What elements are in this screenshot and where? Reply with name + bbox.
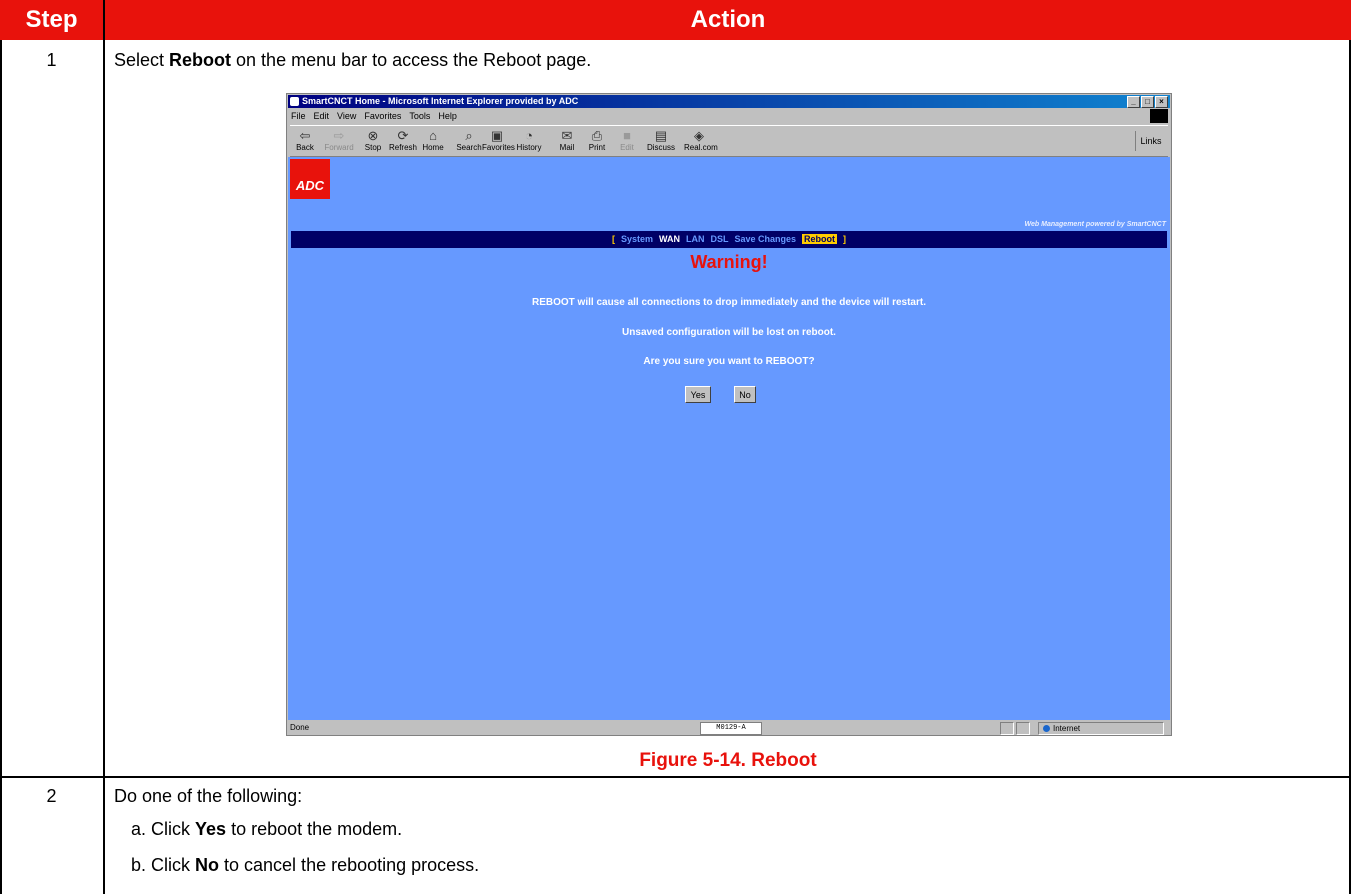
- toolbar-label: Mail: [559, 143, 575, 152]
- toolbar-back-button[interactable]: ⇦ Back: [290, 128, 320, 152]
- stop-icon: ⊗: [367, 128, 379, 143]
- toolbar-history-button[interactable]: ◔ History: [514, 128, 544, 152]
- status-zone: Internet: [1038, 722, 1164, 735]
- back-arrow-icon: ⇦: [299, 128, 311, 143]
- forward-arrow-icon: ⇨: [333, 128, 345, 143]
- nav-menu-bar: [ System WAN LAN DSL Save Changes Reboot]: [291, 231, 1167, 248]
- links-button[interactable]: Links: [1135, 131, 1166, 151]
- close-icon[interactable]: ×: [1155, 96, 1168, 108]
- nav-item-wan[interactable]: WAN: [659, 234, 680, 244]
- toolbar-label: Real.com: [684, 143, 718, 152]
- mail-icon: ✉: [561, 128, 573, 143]
- nav-item-save-changes[interactable]: Save Changes: [735, 234, 797, 244]
- edit-icon: ■: [623, 128, 631, 143]
- toolbar-stop-button[interactable]: ⊗ Stop: [358, 128, 388, 152]
- yes-button[interactable]: Yes: [685, 386, 711, 403]
- realcom-icon: ◈: [694, 128, 704, 143]
- step-2-option-b: b. Click No to cancel the rebooting proc…: [131, 855, 480, 875]
- toolbar-home-button[interactable]: ⌂ Home: [418, 128, 448, 152]
- step-number-1: 1: [46, 50, 57, 70]
- menu-item-file[interactable]: File: [291, 111, 306, 121]
- toolbar-favorites-button[interactable]: ▣ Favorites: [482, 128, 515, 152]
- toolbar-print-button[interactable]: ⎙ Print: [582, 128, 612, 152]
- nav-item-reboot[interactable]: Reboot: [802, 234, 838, 244]
- toolbar-refresh-button[interactable]: ⟳ Refresh: [388, 128, 418, 152]
- menu-item-edit[interactable]: Edit: [314, 111, 330, 121]
- reboot-warning-message: REBOOT will cause all connections to dro…: [532, 297, 926, 308]
- procedure-table: Step Action 1 Select Reboot on the menu …: [0, 0, 1351, 894]
- history-icon: ◔: [525, 128, 533, 143]
- menu-item-favorites[interactable]: Favorites: [364, 111, 401, 121]
- page-content: ADC Web Management powered by SmartCNCT …: [288, 157, 1170, 720]
- toolbar-label: Favorites: [482, 143, 515, 152]
- toolbar-label: Print: [588, 143, 606, 152]
- window-title: SmartCNCT Home - Microsoft Internet Expl…: [302, 96, 579, 106]
- step-2-instruction: Do one of the following:: [114, 786, 303, 806]
- status-segment: [1016, 722, 1030, 735]
- menu-item-tools[interactable]: Tools: [409, 111, 430, 121]
- no-button[interactable]: No: [734, 386, 756, 403]
- step-2-option-a: a. Click Yes to reboot the modem.: [131, 819, 403, 839]
- toolbar-label: Home: [422, 143, 444, 152]
- ie-throbber-icon: [1150, 109, 1168, 123]
- browser-toolbar: Links ⇦ Back ⇨ Forward ⊗ Stop ⟳ Refresh ⌂ Home ⌕ Se…: [290, 125, 1168, 157]
- toolbar-label: Refresh: [388, 143, 417, 152]
- ie-icon: [290, 97, 299, 106]
- menu-item-view[interactable]: View: [337, 111, 356, 121]
- minimize-icon[interactable]: _: [1127, 96, 1140, 108]
- toolbar-realcom-button[interactable]: ◈ Real.com: [684, 128, 718, 152]
- menu-item-help[interactable]: Help: [438, 111, 457, 121]
- status-bar: Done M0129-A Internet: [288, 721, 1170, 735]
- nav-bracket: [: [611, 234, 615, 244]
- toolbar-label: Forward: [324, 143, 354, 152]
- toolbar-forward-button[interactable]: ⇨ Forward: [324, 128, 354, 152]
- step-number-2: 2: [46, 786, 57, 806]
- nav-item-lan[interactable]: LAN: [686, 234, 705, 244]
- browser-window-screenshot: SmartCNCT Home - Microsoft Internet Expl…: [286, 93, 1172, 736]
- nav-item-dsl[interactable]: DSL: [711, 234, 729, 244]
- unsaved-warning-message: Unsaved configuration will be lost on re…: [622, 327, 836, 338]
- figure-caption: Figure 5-14. Reboot: [639, 750, 817, 771]
- figure-code: M0129-A: [700, 722, 762, 735]
- toolbar-search-button[interactable]: ⌕ Search: [454, 128, 484, 152]
- toolbar-label: Discuss: [646, 143, 675, 152]
- step-1-instruction: Select Reboot on the menu bar to access …: [114, 50, 592, 70]
- adc-logo: ADC: [290, 159, 330, 199]
- menu-bar: File Edit View Favorites Tools Help: [291, 110, 1147, 123]
- toolbar-discuss-button[interactable]: ▤ Discuss: [646, 128, 676, 152]
- toolbar-label: Stop: [364, 143, 382, 152]
- maximize-icon[interactable]: □: [1141, 96, 1154, 108]
- left-border: [0, 40, 2, 894]
- nav-item-system[interactable]: System: [621, 234, 653, 244]
- favorites-icon: ▣: [490, 128, 504, 143]
- status-done: Done: [290, 723, 310, 732]
- toolbar-label: Edit: [620, 143, 634, 152]
- toolbar-label: Search: [456, 143, 482, 152]
- nav-bracket: ]: [843, 234, 847, 244]
- globe-icon: [1043, 725, 1050, 733]
- toolbar-mail-button[interactable]: ✉ Mail: [552, 128, 582, 152]
- header-step: Step: [0, 0, 103, 40]
- discuss-icon: ▤: [654, 128, 668, 143]
- toolbar-label: Back: [296, 143, 314, 152]
- toolbar-edit-button[interactable]: ■ Edit: [612, 128, 642, 152]
- toolbar-label: History: [516, 143, 542, 152]
- row-divider: [0, 776, 1351, 778]
- home-icon: ⌂: [429, 128, 437, 143]
- search-icon: ⌕: [465, 128, 473, 143]
- powered-by-text: Web Management powered by SmartCNCT: [1024, 221, 1166, 228]
- header-action: Action: [105, 0, 1351, 40]
- warning-title: Warning!: [690, 252, 768, 272]
- status-segment: [1000, 722, 1014, 735]
- print-icon: ⎙: [591, 128, 603, 143]
- refresh-icon: ⟳: [397, 128, 409, 143]
- window-titlebar: SmartCNCT Home - Microsoft Internet Expl…: [288, 95, 1170, 108]
- confirm-question: Are you sure you want to REBOOT?: [643, 356, 815, 367]
